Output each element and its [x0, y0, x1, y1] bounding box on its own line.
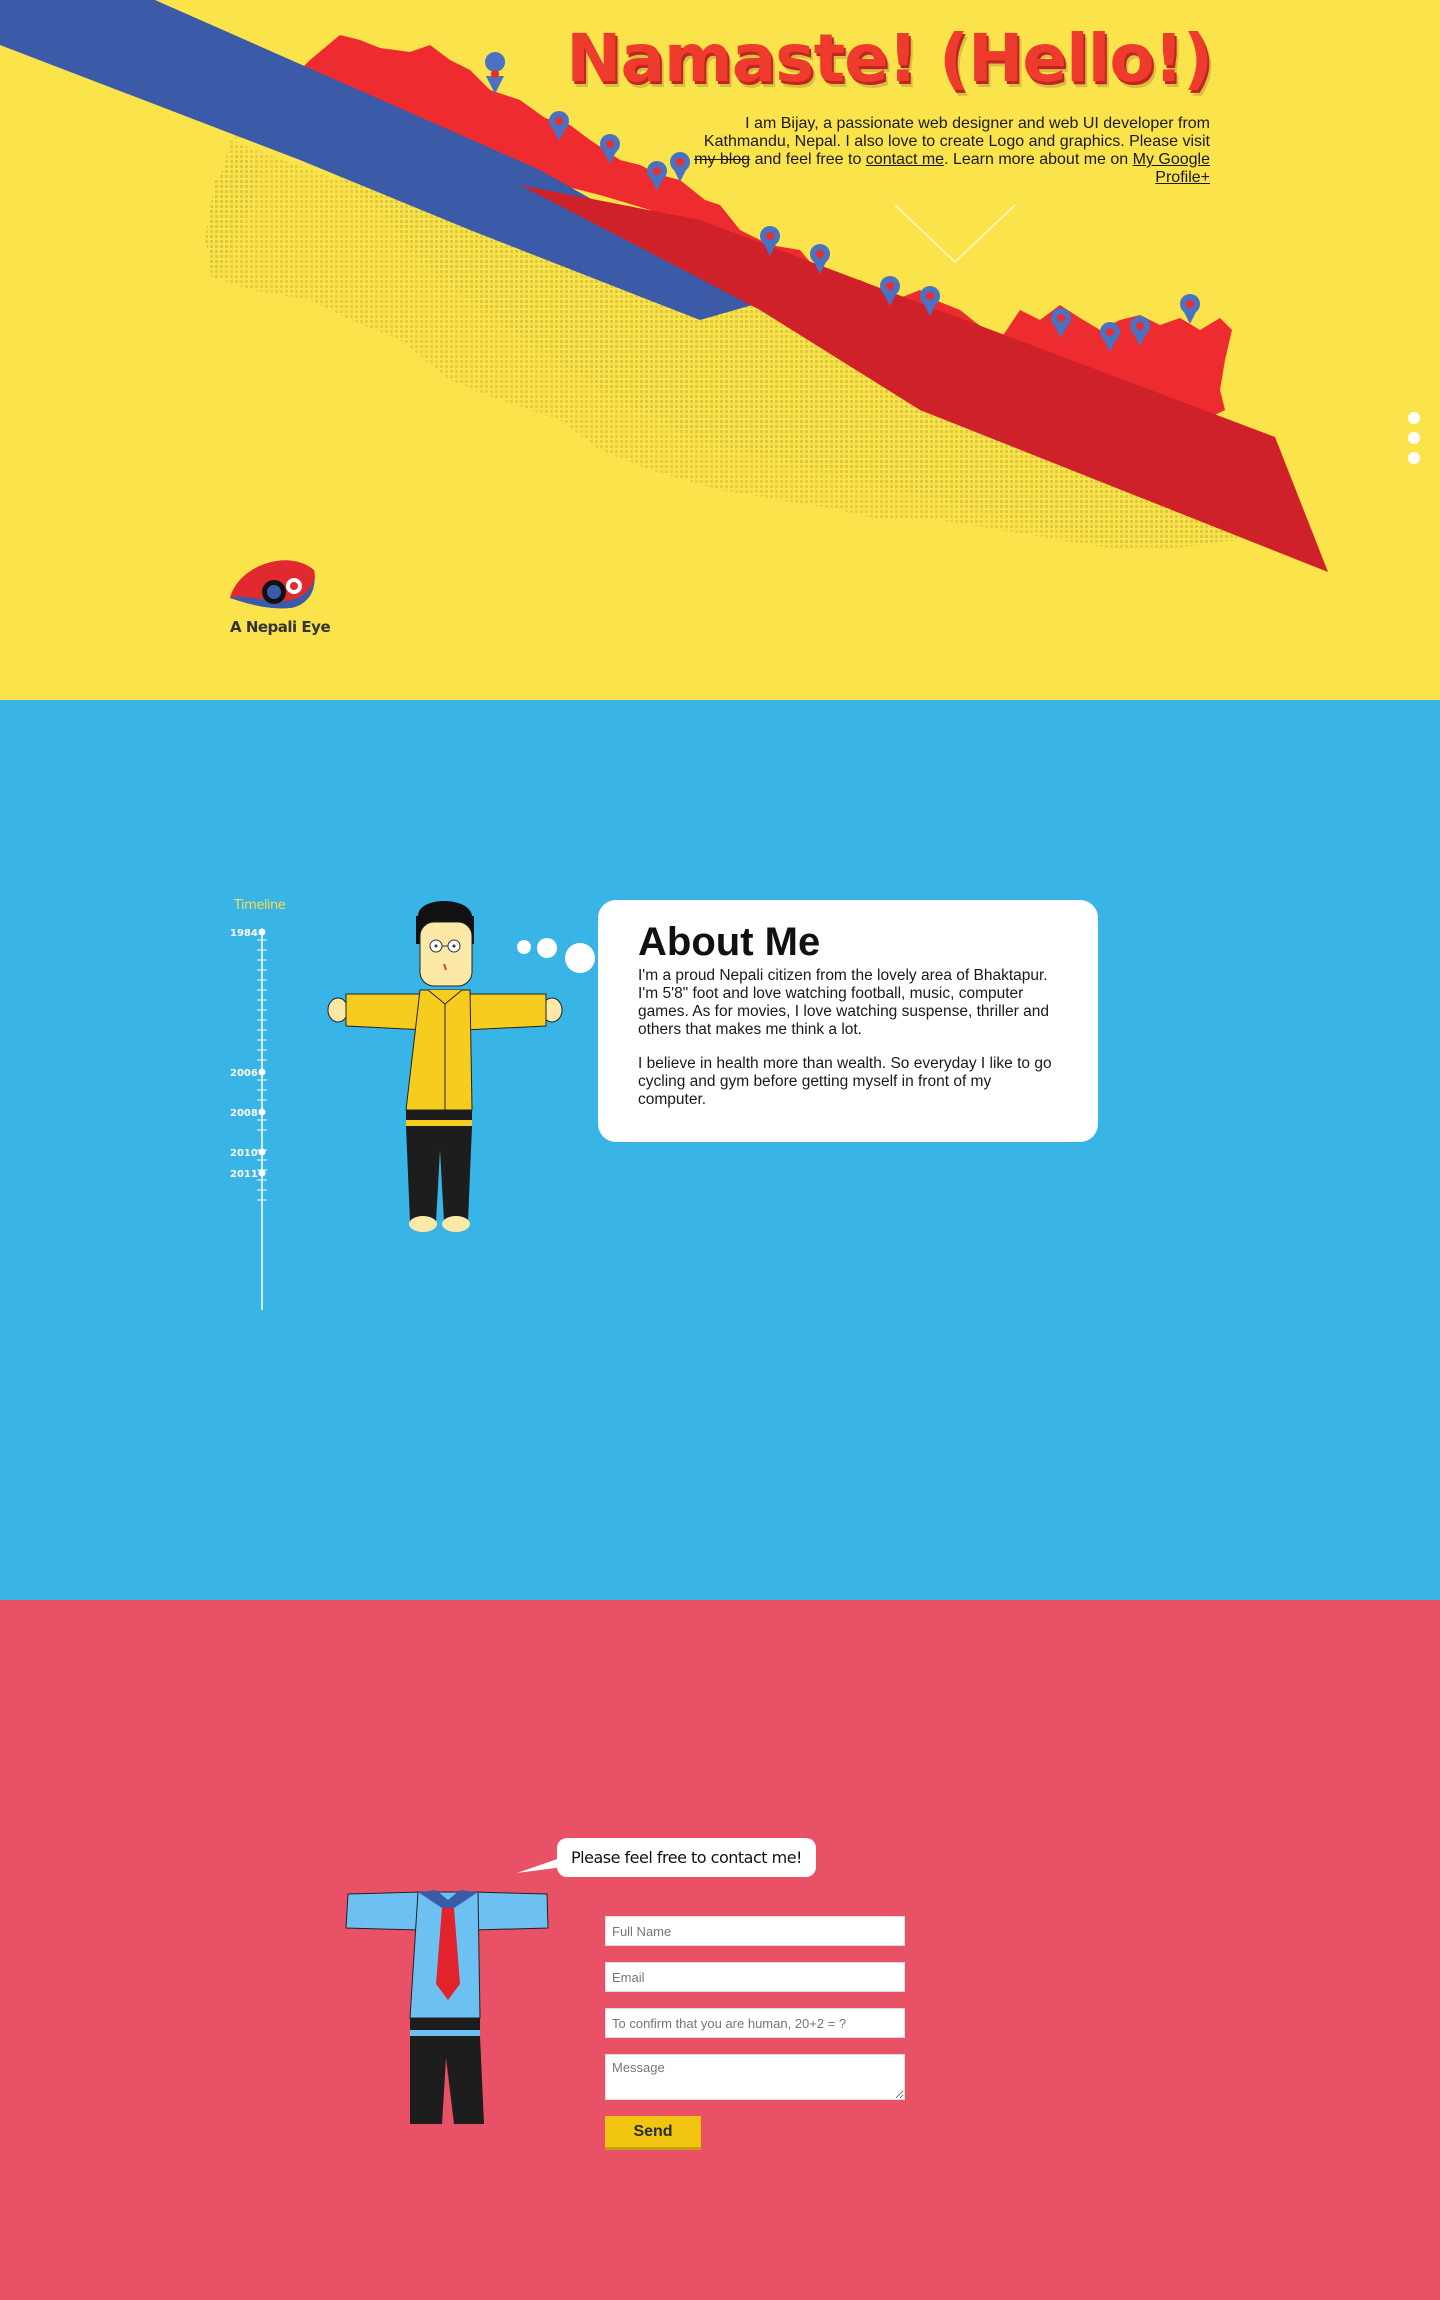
about-paragraph-2: I believe in health more than wealth. So…: [638, 1055, 1052, 1108]
message-textarea[interactable]: [605, 2054, 905, 2100]
about-title: About Me: [638, 920, 821, 964]
intro-text: . Learn more about me on: [944, 151, 1133, 168]
thought-bubble-dot: [517, 940, 531, 954]
about-me-bubble: About Me I'm a proud Nepali citizen from…: [598, 900, 1098, 1142]
contact-speech-bubble: Please feel free to contact me!: [557, 1838, 816, 1877]
page-dot-1[interactable]: [1408, 412, 1420, 424]
captcha-input[interactable]: [605, 2008, 905, 2038]
hero-intro: I am Bijay, a passionate web designer an…: [690, 115, 1210, 187]
logo-label: A Nepali Eye: [230, 618, 331, 636]
page-dot-3[interactable]: [1408, 452, 1420, 464]
contact-link[interactable]: contact me: [866, 151, 944, 168]
about-paragraph-1: I'm a proud Nepali citizen from the love…: [638, 967, 1049, 1038]
timeline-year[interactable]: 2011: [230, 1169, 258, 1180]
nepali-eye-logo-icon[interactable]: [228, 548, 318, 614]
intro-text: and feel free to: [750, 151, 866, 168]
nepal-map-illustration: [0, 0, 1328, 572]
page-dot-2[interactable]: [1408, 432, 1420, 444]
timeline-year[interactable]: 1984: [230, 928, 258, 939]
timeline: 1984 2006 2008 2010 2011: [230, 928, 267, 1310]
timeline-dot-2008: [258, 1108, 266, 1116]
thought-bubble-dot: [565, 943, 595, 973]
full-name-input[interactable]: [605, 1916, 905, 1946]
timeline-dot-2011: [258, 1169, 266, 1177]
timeline-year[interactable]: 2006: [230, 1068, 258, 1079]
timeline-dot-2006: [258, 1068, 266, 1076]
google-profile-link[interactable]: My Google Profile+: [1133, 151, 1210, 186]
hero-title: Namaste! (Hello!): [566, 20, 1213, 97]
timeline-label: Timeline: [234, 898, 286, 913]
scroll-chevron: [894, 204, 1016, 264]
send-button[interactable]: Send: [605, 2116, 701, 2150]
character-illustration: [327, 901, 563, 1232]
shirt-illustration: [345, 1890, 549, 2124]
blog-link[interactable]: my blog: [694, 151, 750, 168]
timeline-dot-2010: [258, 1148, 266, 1156]
about-section: [0, 700, 1440, 1600]
page-navigation-dots: [1408, 412, 1420, 472]
contact-form: Send: [605, 1916, 905, 2150]
intro-text: I am Bijay, a passionate web designer an…: [703, 115, 1210, 150]
timeline-year[interactable]: 2010: [230, 1148, 258, 1159]
hero-section: Namaste! (Hello!) I am Bijay, a passiona…: [0, 0, 1440, 700]
email-input[interactable]: [605, 1962, 905, 1992]
timeline-year[interactable]: 2008: [230, 1108, 258, 1119]
thought-bubble-dot: [537, 938, 557, 958]
timeline-dot-1984: [258, 928, 266, 936]
